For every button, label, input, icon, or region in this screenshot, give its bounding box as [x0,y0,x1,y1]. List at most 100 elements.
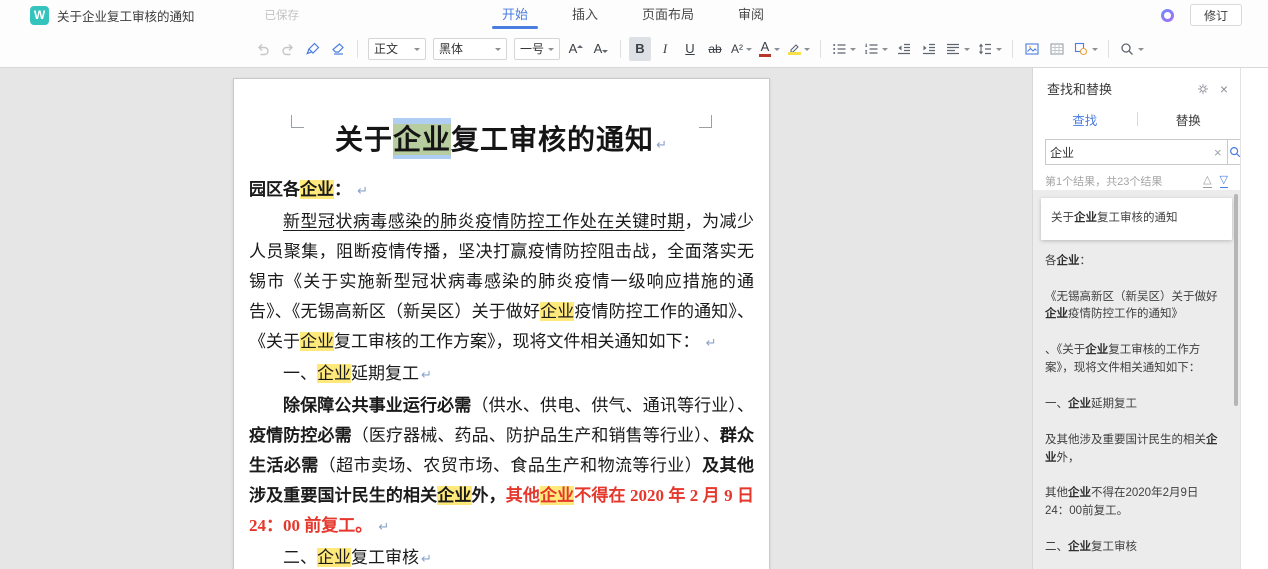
panel-title: 查找和替换 [1047,82,1113,97]
toolbar: 正文 黑体 一号 A A B I U ab A² A [0,30,1268,68]
text-run: 及其他涉及重要国计民生的相关 [1045,433,1206,446]
revise-button[interactable]: 修订 [1190,4,1242,26]
tab-review[interactable]: 审阅 [734,0,768,30]
text-run: 其他 [1045,487,1068,500]
text-run: 企业 [540,302,575,321]
text-run: ↵ [374,520,390,535]
text-run: 一、 [1045,397,1068,410]
bold-button[interactable]: B [629,36,651,61]
text-run: 复工审核的通知 [451,124,655,155]
text-run: 企业 [1074,212,1097,224]
text-run: 延期复工 [1091,397,1137,410]
text-run: 关于 [1051,212,1074,224]
redo-icon[interactable] [277,37,299,61]
chevron-down-icon [964,47,970,54]
separator [620,39,621,58]
text-run: 二、 [1045,540,1068,553]
text-run: 企业 [1068,540,1091,553]
wps-logo-icon[interactable]: W [30,5,49,25]
tab-home[interactable]: 开始 [498,0,532,30]
search-input[interactable] [1046,145,1209,159]
text-run: 其他 [505,486,540,505]
separator [1136,112,1138,126]
bullet-list-button[interactable] [829,37,858,61]
increase-indent-button[interactable] [918,37,940,61]
find-result-item[interactable]: 各企业： [1045,244,1222,280]
text-run: 园区各 [249,180,300,199]
insert-shape-icon[interactable] [1071,37,1100,61]
window-edge-strip [1240,68,1268,569]
superscript-button[interactable]: A² [729,37,754,61]
close-icon[interactable]: × [1220,82,1228,96]
decrease-indent-button[interactable] [893,37,915,61]
text-run: ↵ [701,336,717,351]
text-run: （超市卖场、农贸市场、食品生产和物流等行业） [318,456,703,475]
strikethrough-button[interactable]: ab [704,37,726,61]
text-run: （供水、供电、供气、通讯等行业）、 [471,396,755,415]
font-color-swatch [759,54,771,57]
chevron-down-icon [495,47,501,54]
font-dropdown[interactable]: 黑体 [433,37,507,60]
style-dropdown[interactable]: 正文 [368,37,426,60]
find-results-list: 关于企业复工审核的通知各企业： 《无锡高新区（新吴区）关于做好企业疫情防控工作的通… [1033,190,1240,569]
line-spacing-button[interactable] [975,37,1004,61]
highlight-color-swatch [787,52,801,55]
separator [1012,39,1013,58]
chevron-down-icon [774,47,780,54]
document-page[interactable]: 关于企业复工审核的通知 ↵ 园区各企业： ↵ 新型冠状病毒感染的肺炎疫情防控工作处在… [233,78,770,569]
find-result-item[interactable]: 关于企业复工审核的通知 [1041,198,1232,240]
font-size-dropdown[interactable]: 一号 [514,37,560,60]
tab-replace[interactable]: 替换 [1137,110,1241,129]
save-status: 已保存 [264,10,300,22]
tab-insert[interactable]: 插入 [568,0,602,30]
find-result-item[interactable]: 、《关于企业复工审核的工作方案》，现将文件相关通知如下： [1045,333,1222,387]
text-run: 疫情防控必需 [249,426,352,445]
doc-paragraph: 新型冠状病毒感染的肺炎疫情防控工作处在关键时期，为减少人员聚集，阻断疫情传播，坚… [249,207,754,359]
insert-picture-icon[interactable] [1021,37,1043,61]
chevron-down-icon [804,47,810,54]
undo-icon[interactable] [252,37,274,61]
text-run: 企业 [393,124,452,155]
text-run: ↵ [421,552,432,567]
search-input-wrap: × [1045,139,1228,165]
text-run: 各 [1045,254,1057,267]
clear-format-eraser-icon[interactable] [327,37,349,61]
user-avatar-icon[interactable] [1161,8,1174,22]
find-result-item[interactable]: 其他企业不得在2020年2月9日24：00前复工。 [1045,476,1222,530]
text-run: ↵ [353,184,369,199]
shrink-font-button[interactable]: A [590,37,612,61]
insert-table-icon[interactable] [1046,37,1068,61]
highlight-color-button[interactable] [785,37,812,61]
next-result-icon[interactable]: ▽ [1219,174,1228,188]
find-replace-panel: 查找和替换 × 查找 替换 × [1032,68,1243,569]
text-run: 延期复工 [351,364,419,383]
font-color-button[interactable]: A [757,37,782,61]
text-run: 复工审核 [1091,540,1137,553]
clear-input-icon[interactable]: × [1209,145,1227,160]
scrollbar[interactable] [1234,194,1238,406]
find-result-item[interactable]: 《无锡高新区（新吴区）关于做好企业疫情防控工作的通知》 [1045,280,1222,334]
margin-crop-mark-right [699,115,712,128]
tab-find[interactable]: 查找 [1033,110,1137,129]
underline-button[interactable]: U [679,37,701,61]
find-result-item[interactable]: 二、企业复工审核 [1045,530,1222,566]
text-run: 复工审核的工作方案》，现将文件相关通知如下： [334,332,700,351]
grow-font-button[interactable]: A [565,37,587,61]
text-run: 外， [1056,451,1080,464]
previous-result-icon[interactable]: △ [1203,174,1212,188]
format-painter-icon[interactable] [302,37,324,61]
align-button[interactable] [943,37,972,61]
find-result-item[interactable]: 及其他涉及重要国计民生的相关企业外， [1045,423,1222,477]
italic-button[interactable]: I [654,37,676,61]
find-result-item[interactable]: 一、企业延期复工 [1045,387,1222,423]
text-run: （医疗器械、药品、防护品生产和销售等行业）、 [351,426,720,445]
gear-icon[interactable] [1196,82,1210,96]
tab-page-layout[interactable]: 页面布局 [638,0,698,30]
search-icon[interactable] [1117,37,1146,61]
wps-writer-window: W 关于企业复工审核的通知 已保存 开始 插入 页面布局 审阅 修订 正文 黑体… [0,0,1268,569]
numbered-list-button[interactable] [861,37,890,61]
margin-crop-mark-left [291,115,304,128]
text-run: 《无锡高新区（新吴区）关于做好 [1045,290,1218,303]
text-run: 企业 [1068,397,1091,410]
separator [820,39,821,58]
